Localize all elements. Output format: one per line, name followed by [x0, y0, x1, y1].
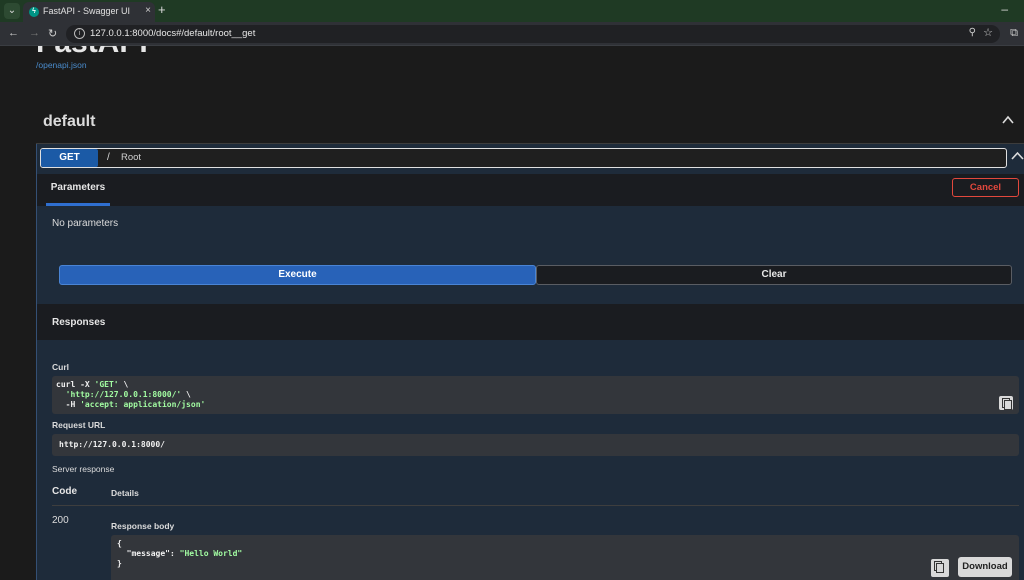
curl-text — [56, 390, 66, 399]
responses-title: Responses — [52, 317, 106, 328]
method-badge-get: GET — [41, 149, 98, 167]
clear-button[interactable]: Clear — [536, 265, 1012, 285]
reload-icon[interactable]: ↻ — [48, 27, 57, 40]
curl-label: Curl — [52, 362, 69, 372]
tab-title: FastAPI - Swagger UI — [43, 6, 131, 16]
address-bar: ← → ↻ i 127.0.0.1:8000/docs#/default/roo… — [0, 22, 1024, 46]
fastapi-favicon-icon: ϟ — [29, 7, 39, 17]
server-response-label: Server response — [52, 464, 115, 474]
curl-text: \ — [181, 390, 191, 399]
tab-parameters[interactable]: Parameters — [46, 174, 110, 206]
window-minimize-icon[interactable]: – — [1001, 2, 1008, 16]
operation-summary[interactable]: GET / Root — [40, 148, 1007, 168]
cancel-button[interactable]: Cancel — [952, 178, 1019, 197]
new-tab-icon[interactable]: + — [158, 2, 166, 17]
openapi-json-link[interactable]: /openapi.json — [36, 60, 87, 70]
body-text: { — [117, 539, 122, 548]
browser-tab-bar: ⌄ ϟ FastAPI - Swagger UI × + – — [0, 0, 1024, 22]
body-key: "message": — [117, 549, 180, 558]
execute-button[interactable]: Execute — [59, 265, 536, 285]
body-text: } — [117, 559, 122, 568]
parameters-header: Parameters Cancel — [37, 174, 1024, 206]
extensions-icon[interactable]: ⧉ — [1010, 27, 1018, 40]
body-string: "Hello World" — [179, 549, 243, 558]
request-url-box[interactable]: http://127.0.0.1:8000/ — [52, 434, 1019, 456]
operation-path: / — [107, 152, 110, 163]
chevron-up-icon[interactable] — [1001, 113, 1015, 127]
copy-response-icon[interactable] — [931, 559, 949, 577]
swagger-page: FastAPI /openapi.json default GET / Root… — [0, 46, 1024, 580]
copy-curl-icon[interactable] — [999, 396, 1013, 410]
curl-string: 'accept: application/json' — [80, 400, 206, 409]
operation-description: Root — [121, 152, 142, 163]
back-arrow-icon[interactable]: ← — [8, 27, 19, 39]
bookmark-star-icon[interactable]: ☆ — [983, 26, 993, 39]
section-title-default[interactable]: default — [43, 113, 95, 131]
curl-text: -H — [56, 400, 81, 409]
details-column-header: Details — [111, 488, 139, 498]
operation-block-get-root: GET / Root Parameters Cancel No paramete… — [36, 144, 1024, 580]
code-column-header: Code — [52, 486, 77, 497]
curl-command-box[interactable]: curl -X 'GET' \ 'http://127.0.0.1:8000/'… — [52, 376, 1019, 414]
zoom-icon[interactable]: ⚲ — [969, 27, 976, 38]
tab-search-icon[interactable]: ⌄ — [4, 3, 20, 19]
responses-header: Responses — [37, 304, 1024, 340]
curl-text: curl -X — [56, 380, 95, 389]
chevron-up-icon[interactable] — [1011, 150, 1024, 162]
curl-string: 'http://127.0.0.1:8000/' — [65, 390, 182, 399]
url-field[interactable]: i 127.0.0.1:8000/docs#/default/root__get… — [66, 25, 1000, 43]
tab-close-icon[interactable]: × — [145, 5, 151, 16]
api-title: FastAPI — [36, 46, 148, 60]
download-button[interactable]: Download — [958, 557, 1012, 577]
request-url-label: Request URL — [52, 420, 106, 430]
browser-tab[interactable]: ϟ FastAPI - Swagger UI × — [23, 2, 155, 22]
curl-string: 'GET' — [94, 380, 119, 389]
response-body-label: Response body — [111, 521, 175, 531]
response-table-divider — [52, 505, 1019, 506]
forward-arrow-icon[interactable]: → — [29, 27, 40, 39]
response-body-box[interactable]: { "message": "Hello World" } — [111, 535, 1019, 580]
no-parameters-text: No parameters — [52, 218, 119, 229]
site-info-icon[interactable]: i — [74, 28, 85, 39]
curl-text: \ — [118, 380, 129, 389]
status-code: 200 — [52, 515, 69, 526]
url-text: 127.0.0.1:8000/docs#/default/root__get — [90, 28, 256, 39]
